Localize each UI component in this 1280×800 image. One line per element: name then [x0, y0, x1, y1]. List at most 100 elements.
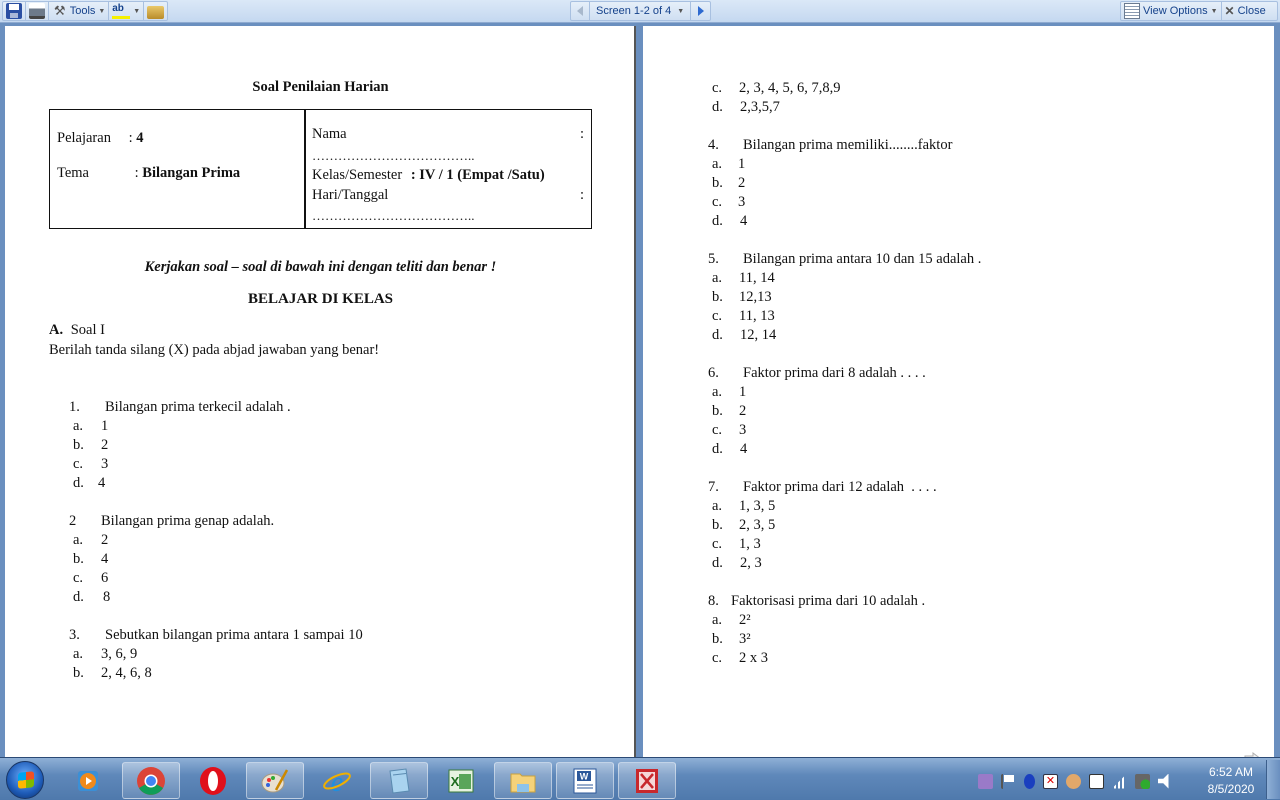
tools-menu-button[interactable]: ⚒ Tools ▼: [49, 2, 109, 20]
taskbar-app-media-player[interactable]: [60, 762, 118, 799]
screen-selector[interactable]: Screen 1-2 of 4 ▼: [590, 2, 690, 20]
network-error-icon[interactable]: ✕: [1043, 773, 1058, 789]
word-icon: W: [573, 768, 597, 793]
question-6: 6. Faktor prima dari 8 adalah . . . .: [708, 365, 926, 381]
taskbar-app-internet-explorer[interactable]: e: [308, 762, 366, 799]
print-button[interactable]: [26, 2, 48, 20]
screen-indicator: Screen 1-2 of 4: [596, 5, 672, 17]
chrome-icon: [137, 766, 165, 795]
print-icon: [28, 3, 45, 19]
option: d. 4: [712, 213, 748, 229]
instruction-text: Kerjakan soal – soal di bawah ini dengan…: [144, 259, 497, 275]
option: a. 1: [712, 384, 747, 400]
clock[interactable]: 6:52 AM 8/5/2020: [1196, 764, 1266, 798]
option: a. 1, 3, 5: [712, 498, 776, 514]
pelajaran-label: Pelajaran: [57, 130, 111, 146]
tema-value: Bilangan Prima: [142, 165, 241, 181]
option: d. 4: [73, 475, 106, 491]
question-4: 4. Bilangan prima memiliki........faktor: [708, 137, 953, 153]
kelas-value: : IV / 1 (Empat /Satu): [410, 167, 545, 183]
dropdown-arrow-icon: ▼: [98, 7, 106, 15]
paint-icon: [261, 768, 289, 792]
option: c. 1, 3: [712, 536, 761, 552]
option: a. 2: [73, 532, 109, 548]
reading-toolbar: ⚒ Tools ▼ ab ▼ Screen 1-2 of 4 ▼ View Op…: [0, 0, 1280, 23]
taskbar-app-excel[interactable]: X: [432, 762, 490, 799]
next-screen-button[interactable]: [691, 2, 709, 20]
tema-row: Tema : Bilangan Prima: [57, 165, 241, 181]
option: c. 3: [73, 456, 109, 472]
bluetooth-icon[interactable]: [1024, 773, 1035, 789]
save-icon: [6, 3, 22, 19]
option: b. 2: [73, 437, 109, 453]
option: a. 1: [73, 418, 109, 434]
svg-text:X: X: [451, 774, 460, 789]
question-2: 2 Bilangan prima genap adalah.: [69, 513, 275, 529]
option: c. 3: [712, 194, 746, 210]
usb-safe-remove-icon[interactable]: [1135, 773, 1150, 789]
option: c. 2, 3, 4, 5, 6, 7,8,9: [712, 80, 841, 96]
close-label: Close: [1237, 5, 1266, 17]
taskbar-app-opera[interactable]: [184, 762, 242, 799]
option: d. 12, 14: [712, 327, 777, 343]
start-button[interactable]: [6, 761, 44, 799]
power-icon[interactable]: [1089, 773, 1104, 789]
subsection-heading: A. Soal I: [49, 322, 105, 338]
pelajaran-row: Pelajaran : 4: [57, 130, 144, 146]
taskbar-app-word[interactable]: W: [556, 762, 614, 799]
toolbar-left-group: ⚒ Tools ▼ ab ▼: [2, 1, 168, 21]
clock-time: 6:52 AM: [1208, 765, 1254, 779]
question-5: 5. Bilangan prima antara 10 dan 15 adalah…: [708, 251, 982, 267]
comment-icon: [147, 5, 164, 19]
highlight-icon: ab: [112, 3, 131, 19]
kelas-label: Kelas/Semester: [312, 167, 403, 183]
opera-icon: [200, 766, 226, 795]
question-8: 8. Faktorisasi prima dari 10 adalah .: [708, 593, 926, 609]
nama-blank: ………………………………..: [312, 148, 475, 163]
option: b. 2: [712, 175, 746, 191]
onenote-icon[interactable]: [978, 773, 993, 789]
folder-icon: [510, 773, 536, 792]
show-desktop-button[interactable]: [1266, 760, 1280, 799]
close-button[interactable]: ✕ Close: [1222, 2, 1269, 20]
page-left: Soal Penilaian Harian Pelajaran : 4 Tema…: [5, 26, 636, 757]
tools-icon: ⚒: [53, 3, 66, 18]
taskbar-app-paint[interactable]: [246, 762, 304, 799]
notepad-icon: [389, 767, 410, 794]
kelas-row: Kelas/Semester : IV / 1 (Empat /Satu): [312, 167, 545, 184]
option: c. 6: [73, 570, 109, 586]
user-accounts-icon[interactable]: [1066, 773, 1081, 789]
question-3: 3. Sebutkan bilangan prima antara 1 sampa…: [69, 627, 363, 643]
action-center-flag-icon[interactable]: [1001, 773, 1016, 789]
save-button[interactable]: [3, 2, 25, 20]
taskbar-app-notepad[interactable]: [370, 762, 428, 799]
tema-label: Tema: [57, 165, 89, 181]
toolbar-right-group: View Options ▼ ✕ Close: [1120, 1, 1278, 21]
hari-blank: ………………………………..: [312, 208, 475, 223]
clock-date: 8/5/2020: [1207, 782, 1255, 796]
text-highlight-button[interactable]: ab ▼: [109, 2, 143, 20]
taskbar-app-chrome[interactable]: [122, 762, 180, 799]
taskbar-app-pdf[interactable]: [618, 762, 676, 799]
previous-screen-button[interactable]: [571, 2, 589, 20]
option: c. 3: [712, 422, 747, 438]
view-options-button[interactable]: View Options ▼: [1121, 2, 1221, 20]
option: d. 8: [73, 589, 111, 605]
close-icon: ✕: [1224, 4, 1235, 18]
taskbar: e X W ✕ 6:52 AM 8/5/2020: [0, 757, 1280, 800]
nama-label: Nama: [312, 126, 347, 142]
signal-icon[interactable]: [1112, 773, 1127, 789]
taskbar-app-explorer[interactable]: [494, 762, 552, 799]
screen-navigation: Screen 1-2 of 4 ▼: [570, 1, 711, 21]
dropdown-arrow-icon: ▼: [677, 7, 685, 15]
question-7: 7. Faktor prima dari 12 adalah . . . .: [708, 479, 937, 495]
option: c. 2 x 3: [712, 650, 768, 666]
option: d. 2, 3: [712, 555, 762, 571]
dropdown-arrow-icon: ▼: [1210, 7, 1218, 15]
new-comment-button[interactable]: [144, 2, 167, 20]
volume-icon[interactable]: [1158, 773, 1169, 789]
header-info-table: Pelajaran : 4 Tema : Bilangan Prima Nama…: [49, 109, 592, 229]
option: a. 3, 6, 9: [73, 646, 138, 662]
dropdown-arrow-icon: ▼: [133, 7, 141, 15]
directions-text: Berilah tanda silang (X) pada abjad jawa…: [49, 342, 380, 358]
